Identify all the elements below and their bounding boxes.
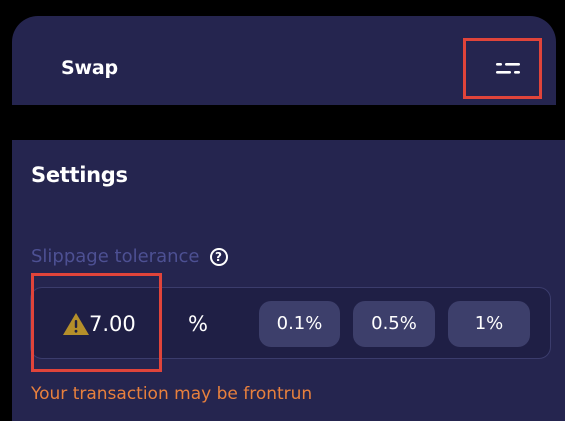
preset-0.5-button[interactable]: 0.5% <box>353 301 435 347</box>
sliders-icon[interactable] <box>495 58 521 80</box>
warning-triangle-icon <box>63 313 89 335</box>
slippage-label-row: Slippage tolerance ? <box>31 244 228 270</box>
slippage-value: 7.00 <box>89 312 136 336</box>
settings-title: Settings <box>31 163 128 187</box>
slippage-input[interactable]: 7.00 <box>61 310 136 338</box>
frontrun-warning: Your transaction may be frontrun <box>31 384 313 404</box>
settings-panel: Settings Slippage tolerance ? 7.00 % 0.1… <box>12 140 565 421</box>
swap-header-panel: Swap <box>12 16 556 105</box>
swap-title: Swap <box>61 57 118 79</box>
percent-symbol: % <box>188 312 208 336</box>
question-circle-icon[interactable]: ? <box>209 248 228 266</box>
slippage-label: Slippage tolerance <box>31 246 200 267</box>
slippage-control: 7.00 % 0.1% 0.5% 1% <box>30 287 551 359</box>
preset-1-button[interactable]: 1% <box>448 301 530 347</box>
preset-0.1-button[interactable]: 0.1% <box>259 301 340 347</box>
